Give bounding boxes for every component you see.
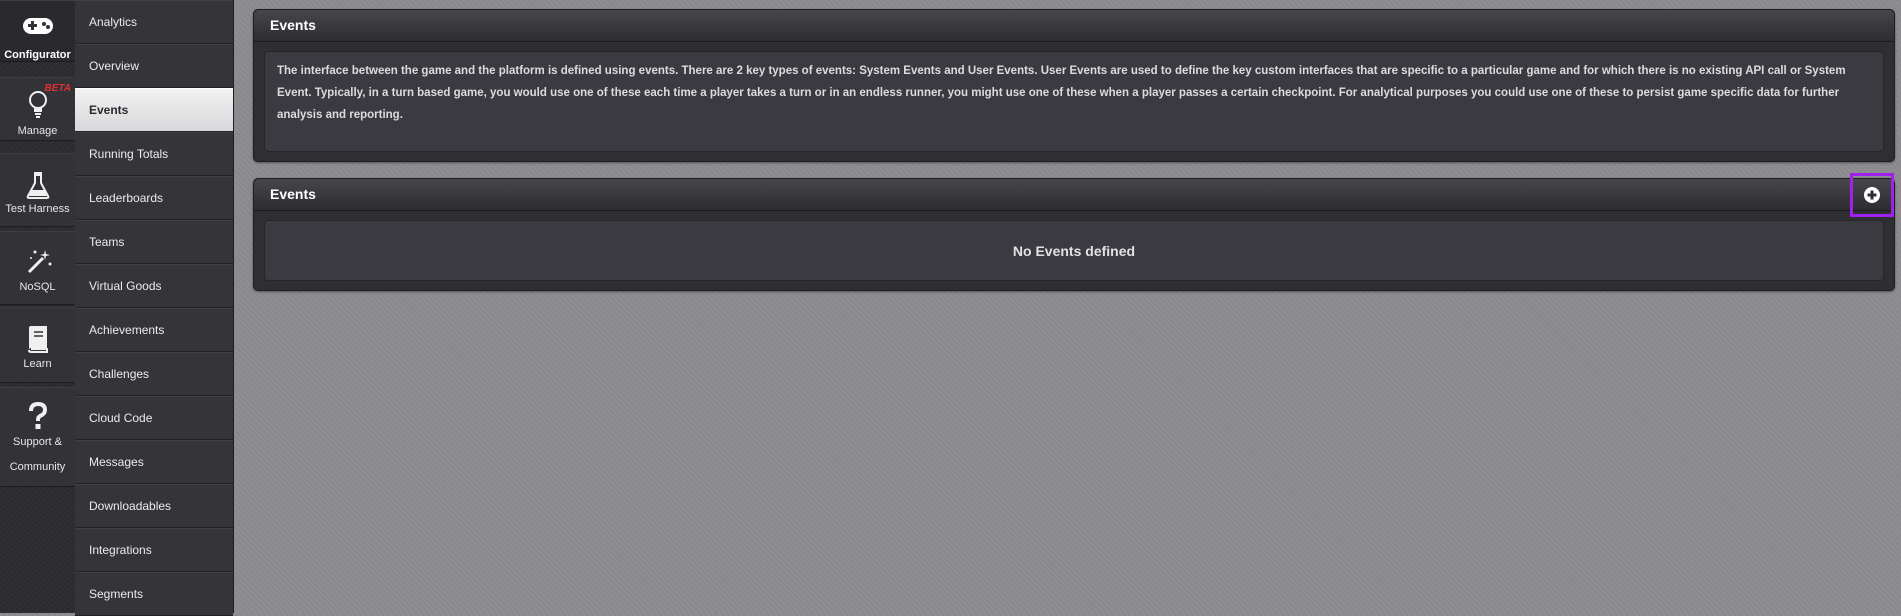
flask-icon bbox=[0, 170, 75, 200]
menu-item-running-totals[interactable]: Running Totals bbox=[75, 132, 233, 176]
menu-item-virtual-goods[interactable]: Virtual Goods bbox=[75, 264, 233, 308]
events-panel-header: Events bbox=[254, 173, 1894, 217]
menu-item-events[interactable]: Events bbox=[75, 88, 233, 132]
rail-item-nosql[interactable]: NoSQL bbox=[0, 231, 75, 305]
book-icon bbox=[0, 324, 75, 354]
menu-item-integrations[interactable]: Integrations bbox=[75, 528, 233, 572]
rail-item-test-harness[interactable]: Test Harness bbox=[0, 153, 75, 227]
panel-title: Events bbox=[270, 186, 316, 202]
rail-item-label: Community bbox=[9, 461, 66, 473]
menu-item-messages[interactable]: Messages bbox=[75, 440, 233, 484]
rail-item-label: Support & bbox=[13, 436, 62, 448]
menu-item-challenges[interactable]: Challenges bbox=[75, 352, 233, 396]
rail-item-label: Manage bbox=[17, 125, 58, 137]
menu-item-teams[interactable]: Teams bbox=[75, 220, 233, 264]
empty-state-message: No Events defined bbox=[1012, 243, 1136, 259]
menu-item-achievements[interactable]: Achievements bbox=[75, 308, 233, 352]
menu-item-leaderboards[interactable]: Leaderboards bbox=[75, 176, 233, 220]
rail-item-support-community[interactable]: Support & Community bbox=[0, 387, 75, 487]
intro-body: The interface between the game and the p… bbox=[264, 51, 1884, 152]
intro-description: The interface between the game and the p… bbox=[277, 65, 1846, 121]
events-intro-panel: Events The interface between the game an… bbox=[253, 9, 1895, 162]
menu-item-cloud-code[interactable]: Cloud Code bbox=[75, 396, 233, 440]
add-event-button[interactable] bbox=[1850, 173, 1894, 217]
lightbulb-icon bbox=[0, 90, 75, 120]
menu-item-downloadables[interactable]: Downloadables bbox=[75, 484, 233, 528]
events-list-body: No Events defined bbox=[264, 220, 1884, 281]
question-icon bbox=[0, 402, 75, 432]
plus-circle-icon bbox=[1864, 187, 1880, 203]
menu-item-overview[interactable]: Overview bbox=[75, 44, 233, 88]
rail-item-manage[interactable]: BETA Manage bbox=[0, 77, 75, 141]
menu-item-segments[interactable]: Segments bbox=[75, 572, 233, 616]
rail-item-label: Learn bbox=[23, 358, 52, 370]
panel-title: Events bbox=[254, 10, 1894, 42]
rail-item-label: Test Harness bbox=[5, 203, 70, 215]
rail-item-configurator[interactable]: Configurator bbox=[0, 0, 75, 62]
section-menu: Analytics Overview Events Running Totals… bbox=[75, 0, 234, 616]
gamepad-icon bbox=[0, 15, 75, 45]
magic-wand-icon bbox=[0, 246, 75, 276]
menu-item-analytics[interactable]: Analytics bbox=[75, 0, 233, 44]
events-list-panel: Events No Events defined bbox=[253, 173, 1895, 291]
rail-item-learn[interactable]: Learn bbox=[0, 307, 75, 383]
rail-item-label: Configurator bbox=[4, 49, 71, 61]
rail-item-label: NoSQL bbox=[19, 281, 56, 293]
icon-rail: Configurator BETA Manage Test Harness No… bbox=[0, 0, 76, 613]
